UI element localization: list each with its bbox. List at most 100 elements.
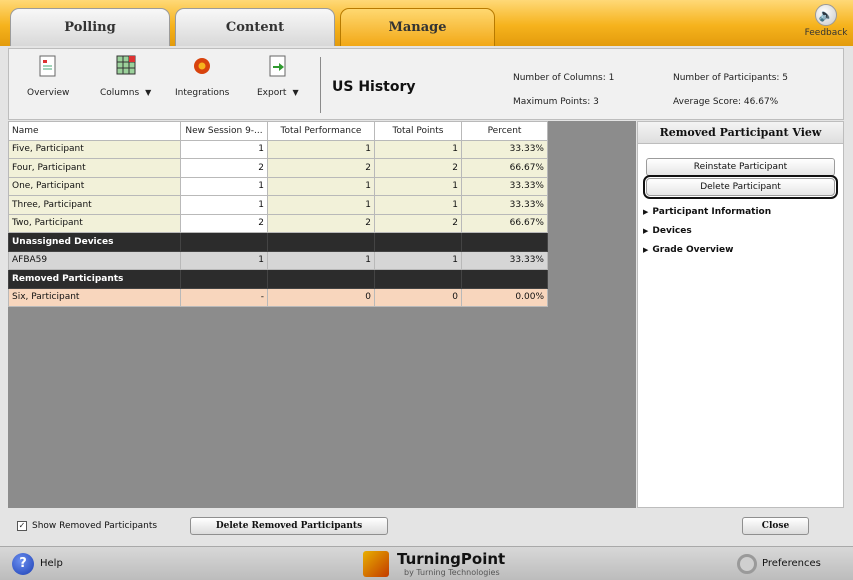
export-icon [269,55,286,77]
cell-percent: 33.33% [461,195,548,215]
num-participants: Number of Participants: 5 [673,73,789,83]
feedback-label: Feedback [804,28,848,38]
brand-name: TurningPoint [397,550,506,568]
export-label: Export [257,88,287,98]
group-cell [267,232,375,252]
cell-performance: 0 [267,287,375,307]
cell-name: Five, Participant [8,139,181,159]
group-cell [374,232,462,252]
table-row[interactable]: Two, Participant 2 2 2 66.67% [8,213,548,233]
cell-session: - [180,287,268,307]
group-cell [461,232,548,252]
col-header-name[interactable]: Name [8,121,181,141]
cell-performance: 1 [267,250,375,270]
table-row[interactable]: AFBA59 1 1 1 33.33% [8,250,548,270]
max-points: Maximum Points: 3 [513,97,599,107]
tab-content[interactable]: Content [175,8,335,46]
feedback-button[interactable]: 🔈 Feedback [803,2,849,44]
table-row[interactable]: Six, Participant - 0 0 0.00% [8,287,548,307]
cell-name: Three, Participant [8,195,181,215]
export-button[interactable]: Export ▼ [257,55,299,98]
cell-session[interactable]: 1 [180,139,268,159]
delete-removed-participants-button[interactable]: Delete Removed Participants [190,517,388,535]
speaker-icon: 🔈 [815,4,837,26]
cell-points: 2 [374,158,462,178]
group-header-row: Unassigned Devices [8,232,548,252]
cell-name: One, Participant [8,176,181,196]
cell-name: Two, Participant [8,213,181,233]
section-label: Devices [652,226,692,236]
table-row[interactable]: Four, Participant 2 2 2 66.67% [8,158,548,178]
cell-points: 1 [374,195,462,215]
help-icon[interactable]: ? [12,553,34,575]
integrations-button[interactable]: Integrations [175,55,229,98]
close-button[interactable]: Close [742,517,809,535]
section-grade-overview[interactable]: ▶ Grade Overview [643,245,733,255]
table-row[interactable]: Five, Participant 1 1 1 33.33% [8,139,548,159]
col-header-total-points[interactable]: Total Points [374,121,462,141]
gear-icon[interactable] [737,554,757,574]
expand-arrow-icon: ▶ [643,246,649,254]
group-cell [180,269,268,289]
sync-icon [194,58,211,74]
app-footer: ? Help TurningPoint by Turning Technolog… [0,546,853,580]
removed-participant-panel: Removed Participant View Reinstate Parti… [637,121,844,508]
group-cell [461,269,548,289]
col-header-total-performance[interactable]: Total Performance [267,121,375,141]
delete-participant-button[interactable]: Delete Participant [643,175,838,199]
col-header-percent[interactable]: Percent [461,121,548,141]
cell-points: 2 [374,213,462,233]
manage-toolbar: Overview Columns ▼ Integrations Export ▼ U… [8,48,844,120]
cell-points: 1 [374,250,462,270]
section-participant-information[interactable]: ▶ Participant Information [643,207,771,217]
num-columns: Number of Columns: 1 [513,73,615,83]
group-cell [374,269,462,289]
overview-button[interactable]: Overview [27,55,69,98]
cell-session[interactable]: 2 [180,158,268,178]
reinstate-participant-button[interactable]: Reinstate Participant [646,158,835,176]
cell-session[interactable]: 2 [180,213,268,233]
cell-performance: 2 [267,213,375,233]
tab-polling[interactable]: Polling [10,8,170,46]
cell-percent: 33.33% [461,139,548,159]
cell-percent: 33.33% [461,176,548,196]
bottom-action-bar: ✓ Show Removed Participants Delete Remov… [0,510,853,544]
cell-device-id: AFBA59 [8,250,181,270]
course-title: US History [332,79,416,95]
cell-performance: 2 [267,158,375,178]
show-removed-label[interactable]: Show Removed Participants [32,521,157,531]
chevron-down-icon[interactable]: ▼ [145,88,151,97]
cell-performance: 1 [267,139,375,159]
group-cell [267,269,375,289]
cell-session[interactable]: 1 [180,195,268,215]
overview-label: Overview [27,88,70,98]
show-removed-checkbox[interactable]: ✓ [17,521,27,531]
section-label: Participant Information [652,207,772,217]
chevron-down-icon[interactable]: ▼ [292,88,298,97]
brand-subtitle: by Turning Technologies [404,568,500,577]
preferences-link[interactable]: Preferences [762,558,821,569]
table-row[interactable]: Three, Participant 1 1 1 33.33% [8,195,548,215]
cell-points: 1 [374,176,462,196]
turningpoint-logo-icon [363,551,389,577]
columns-button[interactable]: Columns ▼ [100,55,151,98]
grid-icon [116,55,136,75]
help-link[interactable]: Help [40,558,63,569]
average-score: Average Score: 46.67% [673,97,779,107]
cell-session[interactable]: 1 [180,176,268,196]
cell-name: Six, Participant [8,287,181,307]
section-devices[interactable]: ▶ Devices [643,226,692,236]
columns-label: Columns [100,88,140,98]
table-row[interactable]: One, Participant 1 1 1 33.33% [8,176,548,196]
table-header-row: Name New Session 9-... Total Performance… [8,121,548,141]
col-header-session[interactable]: New Session 9-... [180,121,268,141]
group-label-removed: Removed Participants [8,269,181,289]
cell-session: 1 [180,250,268,270]
participant-grid: Name New Session 9-... Total Performance… [8,121,636,508]
toolbar-divider [320,57,321,113]
group-cell [180,232,268,252]
group-header-row: Removed Participants [8,269,548,289]
expand-arrow-icon: ▶ [643,208,649,216]
cell-performance: 1 [267,176,375,196]
tab-manage[interactable]: Manage [340,8,495,46]
